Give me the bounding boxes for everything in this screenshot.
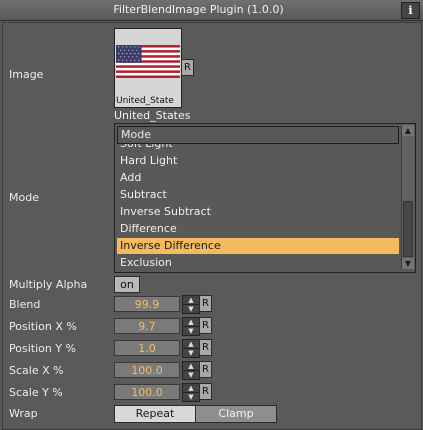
position-y-value[interactable]: 1.0 <box>114 340 180 356</box>
thumbnail-caption: United_State <box>116 96 174 106</box>
position-x-spinner[interactable]: ▲ ▼ <box>181 317 200 336</box>
image-label: Image <box>9 68 44 81</box>
mode-item-add[interactable]: Add <box>117 170 399 186</box>
scale-x-spinner[interactable]: ▲ ▼ <box>181 361 200 380</box>
mode-item-inverse-subtract[interactable]: Inverse Subtract <box>117 204 399 220</box>
image-name: United_States <box>114 109 191 122</box>
position-x-reset-button[interactable]: R <box>199 317 212 334</box>
mode-item-exclusion[interactable]: Exclusion <box>117 255 399 271</box>
scale-x-value[interactable]: 100.0 <box>114 362 180 378</box>
scroll-thumb[interactable] <box>403 201 413 257</box>
info-icon[interactable]: i <box>401 2 420 19</box>
position-y-reset-button[interactable]: R <box>199 339 212 356</box>
scale-y-reset-button[interactable]: R <box>199 383 212 400</box>
multiply-alpha-label: Multiply Alpha <box>9 278 88 291</box>
title-bar: FilterBlendImage Plugin (1.0.0) i <box>0 0 423 21</box>
arrow-up-icon[interactable]: ▲ <box>402 125 414 136</box>
position-y-label: Position Y % <box>9 342 76 355</box>
image-reset-button[interactable]: R <box>181 59 194 76</box>
blend-value[interactable]: 99.9 <box>114 296 180 312</box>
multiply-alpha-toggle[interactable]: on <box>114 276 140 293</box>
image-thumbnail[interactable]: United_State <box>114 28 182 108</box>
spin-down-icon[interactable]: ▼ <box>182 392 200 402</box>
wrap-label: Wrap <box>9 407 38 420</box>
position-x-label: Position X % <box>9 320 77 333</box>
position-x-value[interactable]: 9.7 <box>114 318 180 334</box>
arrow-down-icon[interactable]: ▼ <box>402 258 414 269</box>
us-flag-image <box>116 45 180 78</box>
mode-item-inverse-difference[interactable]: Inverse Difference <box>117 238 399 254</box>
window-title: FilterBlendImage Plugin (1.0.0) <box>113 3 284 16</box>
scale-x-reset-button[interactable]: R <box>199 361 212 378</box>
spin-down-icon[interactable]: ▼ <box>182 348 200 358</box>
mode-item-hard-light[interactable]: Hard Light <box>117 153 399 169</box>
blend-reset-button[interactable]: R <box>199 295 212 312</box>
spin-down-icon[interactable]: ▼ <box>182 370 200 380</box>
blend-spinner[interactable]: ▲ ▼ <box>181 295 200 314</box>
position-y-spinner[interactable]: ▲ ▼ <box>181 339 200 358</box>
mode-scrollbar[interactable]: ▲ ▼ <box>401 125 414 269</box>
wrap-repeat-button[interactable]: Repeat <box>114 405 196 423</box>
wrap-clamp-button[interactable]: Clamp <box>195 405 277 423</box>
blend-label: Blend <box>9 298 41 311</box>
mode-listbox[interactable]: Soft Light Hard Light Add Subtract Inver… <box>114 123 416 273</box>
mode-item-difference[interactable]: Difference <box>117 221 399 237</box>
spin-down-icon[interactable]: ▼ <box>182 326 200 336</box>
scale-y-spinner[interactable]: ▲ ▼ <box>181 383 200 402</box>
spin-down-icon[interactable]: ▼ <box>182 304 200 314</box>
scale-x-label: Scale X % <box>9 364 64 377</box>
mode-label: Mode <box>9 191 39 204</box>
mode-list-header: Mode <box>117 126 399 144</box>
mode-item-subtract[interactable]: Subtract <box>117 187 399 203</box>
scale-y-value[interactable]: 100.0 <box>114 384 180 400</box>
scale-y-label: Scale Y % <box>9 386 63 399</box>
